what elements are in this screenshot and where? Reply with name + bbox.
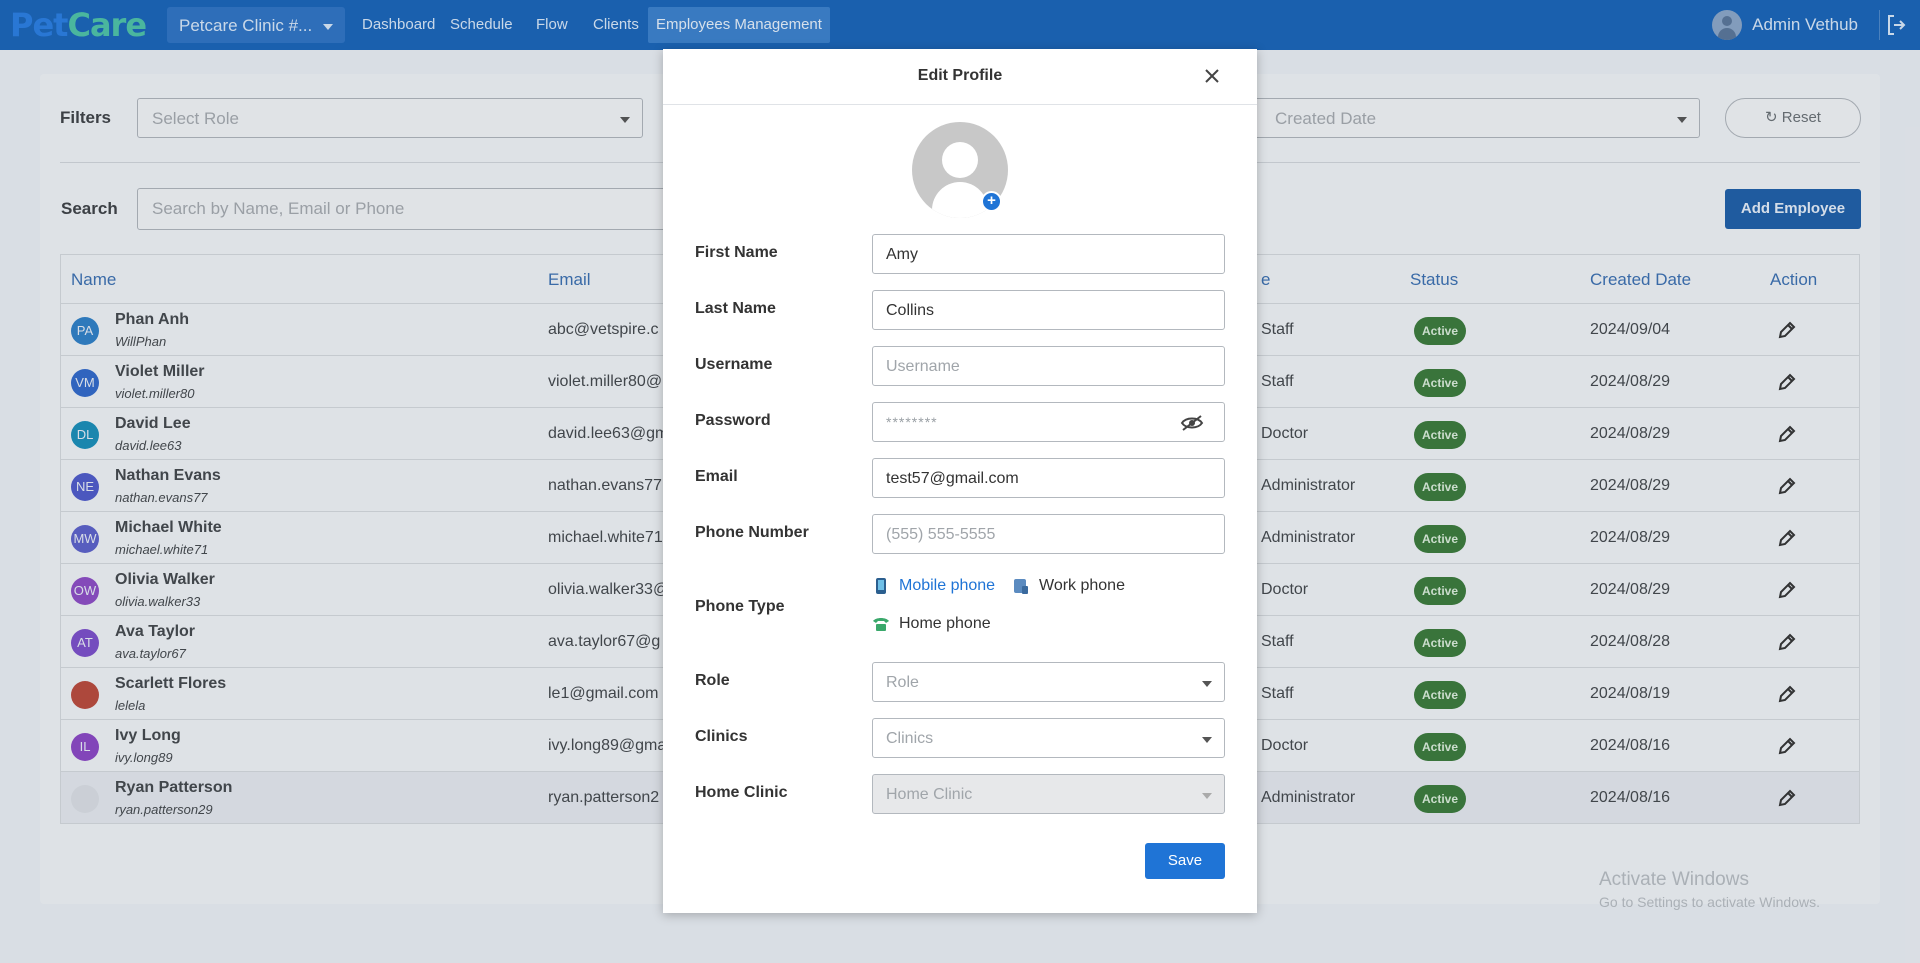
home-clinic-label: Home Clinic xyxy=(695,784,788,801)
caret-down-icon xyxy=(1202,737,1212,743)
clinics-dropdown[interactable]: Clinics xyxy=(872,718,1225,758)
work-phone-icon xyxy=(1014,579,1028,594)
username-field[interactable]: Username xyxy=(872,346,1225,386)
role-dropdown[interactable]: Role xyxy=(872,662,1225,702)
phone-number-field[interactable]: (555) 555-5555 xyxy=(872,514,1225,554)
clinics-placeholder: Clinics xyxy=(886,730,934,747)
caret-down-icon xyxy=(1202,681,1212,687)
phone-number-label: Phone Number xyxy=(695,524,809,541)
save-button[interactable]: Save xyxy=(1145,843,1225,879)
home-phone-icon xyxy=(873,618,889,631)
caret-down-icon xyxy=(1202,793,1212,799)
phone-type-home-label: Home phone xyxy=(899,615,991,632)
add-photo-icon[interactable]: + xyxy=(981,191,1002,212)
last-name-label: Last Name xyxy=(695,300,776,317)
phone-type-mobile[interactable]: Mobile phone xyxy=(872,577,995,595)
modal-title: Edit Profile xyxy=(917,67,1003,84)
email-field[interactable]: test57@gmail.com xyxy=(872,458,1225,498)
username-label: Username xyxy=(695,356,773,373)
password-placeholder: ******** xyxy=(886,414,938,430)
first-name-label: First Name xyxy=(695,244,778,261)
mobile-phone-icon xyxy=(876,578,886,594)
edit-profile-modal: Edit Profile + First Name Amy Last Name … xyxy=(663,49,1257,913)
last-name-field[interactable]: Collins xyxy=(872,290,1225,330)
phone-type-work[interactable]: Work phone xyxy=(1012,577,1125,595)
clinics-label: Clinics xyxy=(695,728,748,745)
phone-type-work-label: Work phone xyxy=(1039,577,1125,594)
phone-type-label: Phone Type xyxy=(695,598,785,615)
role-placeholder: Role xyxy=(886,674,919,691)
home-clinic-dropdown: Home Clinic xyxy=(872,774,1225,814)
close-icon[interactable] xyxy=(1201,65,1223,87)
role-label: Role xyxy=(695,672,730,689)
email-label: Email xyxy=(695,468,738,485)
modal-header: Edit Profile xyxy=(663,49,1257,105)
password-field[interactable]: ******** xyxy=(872,402,1225,442)
phone-type-mobile-label: Mobile phone xyxy=(899,577,996,594)
hide-password-icon[interactable] xyxy=(1180,414,1204,432)
home-clinic-placeholder: Home Clinic xyxy=(886,786,973,803)
phone-type-home[interactable]: Home phone xyxy=(872,615,991,633)
first-name-field[interactable]: Amy xyxy=(872,234,1225,274)
password-label: Password xyxy=(695,412,771,429)
